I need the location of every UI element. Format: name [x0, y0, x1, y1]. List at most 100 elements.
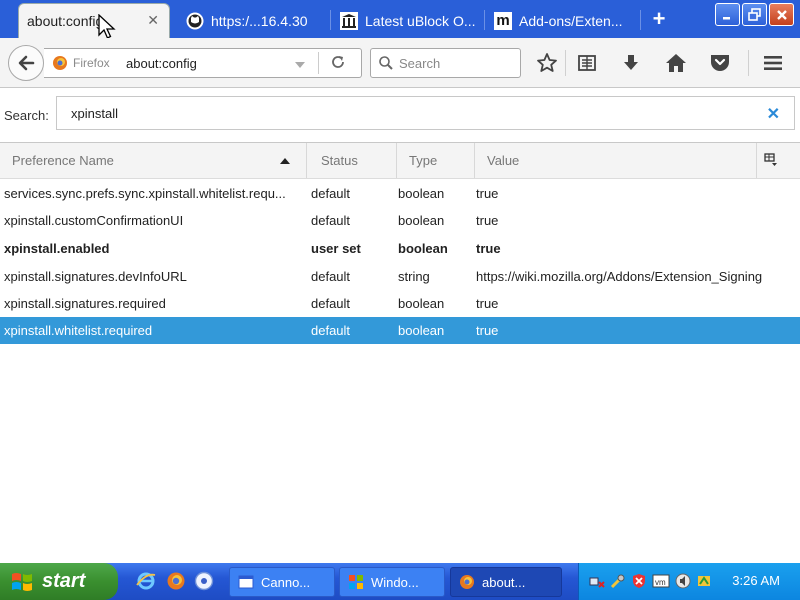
- pref-status: default: [311, 269, 351, 284]
- vmware-icon[interactable]: vm: [652, 573, 670, 589]
- config-search-input[interactable]: xpinstall ✕: [56, 96, 795, 130]
- config-search-label: Search:: [4, 108, 49, 123]
- column-picker-icon[interactable]: [764, 153, 778, 170]
- start-button[interactable]: start: [0, 563, 118, 600]
- search-bar[interactable]: Search: [370, 48, 521, 78]
- tab-ublock[interactable]: Latest uBlock O...: [332, 3, 478, 38]
- table-row[interactable]: xpinstall.enabled user set boolean true: [0, 235, 800, 262]
- pref-type: boolean: [398, 213, 445, 228]
- pref-name: xpinstall.signatures.required: [4, 296, 166, 311]
- pocket-icon[interactable]: [708, 51, 732, 75]
- url-text: about:config: [126, 56, 197, 71]
- update-icon[interactable]: [696, 573, 712, 589]
- pref-value: https://wiki.mozilla.org/Addons/Extensio…: [476, 269, 763, 284]
- tab-addons[interactable]: m Add-ons/Exten...: [486, 3, 632, 38]
- tab-separator: [484, 10, 485, 30]
- task-label: Canno...: [261, 574, 311, 590]
- pref-type: boolean: [398, 323, 445, 338]
- pref-status: default: [311, 213, 351, 228]
- bookmark-star-icon[interactable]: [535, 51, 559, 75]
- navigation-toolbar: Firefox about:config Search: [0, 38, 800, 88]
- config-search-value: xpinstall: [71, 106, 118, 121]
- pref-value: true: [476, 213, 499, 228]
- tab-label: https:/...16.4.30: [211, 12, 308, 29]
- url-bar[interactable]: Firefox about:config: [44, 48, 362, 78]
- pref-status: user set: [311, 241, 361, 256]
- download-icon[interactable]: [619, 51, 643, 75]
- github-icon: [186, 12, 204, 30]
- table-row[interactable]: xpinstall.customConfirmationUI default b…: [0, 207, 800, 234]
- pref-name: xpinstall.whitelist.required: [4, 323, 153, 338]
- reading-list-icon[interactable]: [575, 51, 599, 75]
- system-tray: vm 3:26 AM: [578, 563, 800, 600]
- network-icon[interactable]: [589, 573, 605, 589]
- minimize-button[interactable]: [715, 3, 740, 26]
- history-dropdown-icon[interactable]: [294, 58, 306, 73]
- identity-label: Firefox: [73, 56, 110, 70]
- tab-separator: [330, 10, 331, 30]
- taskbar-task-active[interactable]: about...: [450, 567, 562, 597]
- pref-status: default: [311, 186, 351, 201]
- start-label: start: [42, 570, 86, 592]
- column-header-type[interactable]: Type: [397, 143, 475, 178]
- pref-name: services.sync.prefs.sync.xpinstall.white…: [4, 186, 286, 201]
- firefox-icon[interactable]: [166, 571, 186, 591]
- pref-value: true: [476, 323, 499, 338]
- tab-github[interactable]: https:/...16.4.30: [178, 3, 324, 38]
- media-player-icon[interactable]: [194, 571, 214, 591]
- toolbar-separator: [565, 50, 566, 76]
- pref-value: true: [476, 241, 501, 256]
- menu-hamburger-icon[interactable]: [761, 51, 785, 75]
- security-shield-icon[interactable]: [631, 573, 647, 589]
- preferences-table: Preference Name Status Type Value servic…: [0, 142, 800, 556]
- new-tab-button[interactable]: +: [648, 6, 670, 32]
- column-header-preference-name[interactable]: Preference Name: [0, 143, 307, 178]
- pref-type: boolean: [398, 186, 445, 201]
- table-header: Preference Name Status Type Value: [0, 143, 800, 179]
- pref-name: xpinstall.signatures.devInfoURL: [4, 269, 187, 284]
- table-row[interactable]: xpinstall.signatures.devInfoURL default …: [0, 263, 800, 290]
- url-divider: [318, 52, 319, 74]
- pref-status: default: [311, 323, 351, 338]
- restore-button[interactable]: [742, 3, 767, 26]
- taskbar-task[interactable]: Canno...: [229, 567, 335, 597]
- mdn-icon: m: [494, 11, 512, 30]
- reload-icon[interactable]: [330, 54, 346, 73]
- back-button[interactable]: [8, 45, 44, 81]
- svg-text:vm: vm: [655, 578, 666, 587]
- taskbar: start Canno... Windo... about... vm 3:26…: [0, 563, 800, 600]
- tab-separator: [640, 10, 641, 30]
- toolbar-separator: [748, 50, 749, 76]
- pref-type: string: [398, 269, 430, 284]
- search-icon: [378, 55, 394, 74]
- firefox-icon: [460, 575, 474, 589]
- tools-icon[interactable]: [610, 573, 626, 589]
- search-placeholder: Search: [399, 56, 441, 71]
- home-icon[interactable]: [664, 51, 688, 75]
- internet-explorer-icon[interactable]: [136, 571, 156, 591]
- tab-label: Add-ons/Exten...: [519, 12, 623, 29]
- windows-icon: [349, 575, 363, 589]
- clear-search-icon[interactable]: ✕: [767, 104, 780, 124]
- site-identity[interactable]: Firefox: [52, 55, 110, 71]
- speaker-icon[interactable]: [675, 573, 691, 589]
- clock: 3:26 AM: [732, 573, 780, 588]
- pref-name: xpinstall.customConfirmationUI: [4, 213, 184, 228]
- table-row[interactable]: xpinstall.signatures.required default bo…: [0, 290, 800, 317]
- tab-label: about:config: [27, 13, 104, 29]
- close-tab-icon[interactable]: ✕: [147, 12, 159, 29]
- tab-bar: about:config ✕ https:/...16.4.30 Latest …: [0, 0, 800, 38]
- firefox-icon: [53, 56, 67, 70]
- pref-name: xpinstall.enabled: [4, 241, 110, 256]
- windows-logo-icon: [12, 572, 32, 591]
- close-window-button[interactable]: [769, 3, 794, 26]
- tab-label: Latest uBlock O...: [365, 12, 476, 29]
- table-row-selected[interactable]: xpinstall.whitelist.required default boo…: [0, 317, 800, 344]
- taskbar-task[interactable]: Windo...: [339, 567, 445, 597]
- config-search-row: Search: xpinstall ✕: [0, 88, 800, 142]
- pref-type: boolean: [398, 241, 448, 256]
- column-header-value[interactable]: Value: [475, 143, 757, 178]
- column-header-status[interactable]: Status: [309, 143, 397, 178]
- table-row[interactable]: services.sync.prefs.sync.xpinstall.white…: [0, 180, 800, 207]
- tab-about-config[interactable]: about:config ✕: [18, 3, 170, 38]
